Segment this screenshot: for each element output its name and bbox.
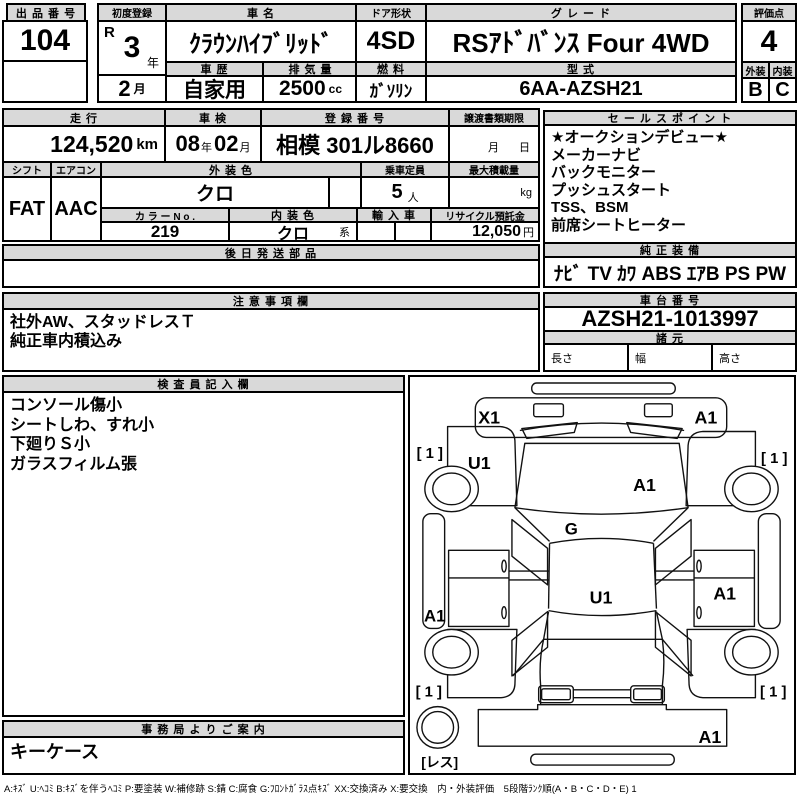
- mileage-cell: 124,520 km: [2, 125, 166, 163]
- auction-sheet: 出 品 番 号 104 初度登録 R 3 年 2 月 車 名 ｸﾗｳﾝﾊｲﾌﾞﾘ…: [0, 0, 800, 800]
- first-reg-month: 2: [118, 75, 131, 101]
- exterior-grade: B: [741, 77, 770, 103]
- sales-point-line: 前席シートヒーター: [551, 216, 687, 234]
- note-line: 純正車内積込み: [10, 333, 123, 350]
- inspection-year: 08: [175, 131, 200, 156]
- displacement-unit: cc: [328, 82, 343, 96]
- exterior-color: クロ: [100, 176, 330, 209]
- max-load-unit: kg: [520, 186, 532, 199]
- interior-color-suffix: 系: [339, 226, 350, 239]
- exterior-color-sub-cell: [328, 176, 362, 209]
- score: 4: [741, 20, 797, 63]
- fuel: ｶﾞｿﾘﾝ: [355, 75, 427, 103]
- recycle-fee: 12,050: [472, 222, 521, 240]
- inspection-year-unit: 年: [201, 142, 212, 154]
- notes: 社外AW、スタッドレスＴ 純正車内積込み: [2, 308, 540, 372]
- interior-grade: C: [768, 77, 797, 103]
- mileage-unit: km: [136, 135, 158, 153]
- svg-text:X1: X1: [478, 408, 500, 428]
- sales-point-line: バックモニター: [551, 164, 657, 181]
- door-shape: 4SD: [355, 20, 427, 63]
- interior-color: クロ: [276, 225, 309, 242]
- displacement: 2500: [278, 77, 326, 100]
- interior-color-cell: クロ 系: [228, 221, 358, 242]
- inspector-line: コンソール傷小: [10, 397, 123, 414]
- lot-empty-cell: [2, 60, 88, 103]
- aircon: AAC: [50, 176, 102, 242]
- mileage: 124,520: [50, 130, 134, 157]
- first-reg-year-cell: R 3 年: [97, 20, 167, 76]
- inspection-month-unit: 月: [239, 142, 251, 154]
- inspector-line: ガラスフィルム張: [10, 455, 138, 473]
- inspection-cell: 08 年 02 月: [164, 125, 262, 163]
- capacity-cell: 5 人: [360, 176, 450, 209]
- svg-text:[ 1 ]: [ 1 ]: [760, 685, 786, 701]
- sales-points: ★オークションデビュー★ メーカーナビ バックモニター プッシュスタート TSS…: [543, 124, 797, 244]
- svg-text:A1: A1: [424, 607, 446, 626]
- svg-text:U1: U1: [468, 453, 491, 473]
- car-name: ｸﾗｳﾝﾊｲﾌﾞﾘｯﾄﾞ: [165, 20, 357, 63]
- inspector-line: シートしわ、すれ小: [10, 416, 155, 434]
- sales-point-line: プッシュスタート: [551, 181, 672, 199]
- transfer-month-unit: 月: [488, 142, 499, 154]
- shift: FAT: [2, 176, 52, 242]
- office-info: キーケース: [2, 736, 405, 775]
- spec-length: 長さ: [543, 343, 629, 372]
- svg-text:[ 1 ]: [ 1 ]: [416, 685, 442, 701]
- svg-text:A1: A1: [713, 584, 736, 604]
- registration-no: 相模 301ル8660: [260, 125, 450, 163]
- svg-text:G: G: [565, 519, 578, 538]
- transfer-docs-cell: 月 日: [448, 125, 540, 163]
- first-reg-month-unit: 月: [133, 82, 146, 96]
- note-line: 社外AW、スタッドレスＴ: [10, 314, 196, 331]
- history: 自家用: [165, 75, 264, 103]
- sales-point-line: メーカーナビ: [551, 146, 642, 164]
- svg-text:[ 1 ]: [ 1 ]: [417, 446, 443, 462]
- max-load-cell: kg: [448, 176, 540, 209]
- recycle-fee-unit: 円: [523, 226, 534, 239]
- displacement-cell: 2500 cc: [262, 75, 359, 103]
- footer-legend: A:ｷｽﾞ U:ﾍｺﾐ B:ｷｽﾞを伴うﾍｺﾐ P:要塗装 W:補修跡 S:錆 …: [4, 784, 637, 795]
- svg-text:U1: U1: [590, 588, 613, 608]
- inspector-notes: コンソール傷小 シートしわ、すれ小 下廻りＳ小 ガラスフィルム張: [2, 391, 405, 717]
- chassis-no: AZSH21-1013997: [543, 306, 797, 332]
- svg-text:A1: A1: [695, 408, 718, 428]
- import-cell-1: [356, 221, 396, 242]
- spec-height: 高さ: [711, 343, 797, 372]
- lot-number: 104: [2, 20, 88, 62]
- svg-text:[レス]: [レス]: [421, 754, 458, 770]
- grade: RSｱﾄﾞﾊﾞﾝｽ Four 4WD: [425, 20, 737, 63]
- transfer-day-unit: 日: [519, 142, 530, 154]
- office-line: キーケース: [10, 742, 100, 762]
- svg-text:A1: A1: [633, 475, 656, 495]
- model-code: 6AA-AZSH21: [425, 75, 737, 103]
- first-reg-month-cell: 2 月: [97, 74, 167, 103]
- first-reg-era: R: [104, 24, 115, 41]
- capacity-unit: 人: [407, 191, 419, 204]
- recycle-fee-cell: 12,050 円: [430, 221, 540, 242]
- inspection-month: 02: [214, 131, 239, 156]
- capacity: 5: [391, 181, 403, 203]
- damage-diagram: X1 A1 [ 1 ] U1 [ 1 ] A1 G U1 A1 A1 [ 1 ] [ 1 ] A1 [レス…: [408, 375, 796, 775]
- first-reg-year: 3: [123, 31, 141, 64]
- car-outline-svg: X1 A1 [ 1 ] U1 [ 1 ] A1 G U1 A1 A1 [ 1 ] [ 1 ] A1 [レス…: [416, 382, 787, 770]
- sales-point-line: TSS、BSM: [551, 199, 629, 216]
- first-reg-year-unit: 年: [146, 56, 159, 70]
- import-cell-2: [394, 221, 432, 242]
- svg-text:A1: A1: [698, 727, 721, 747]
- spec-width: 幅: [627, 343, 713, 372]
- inspector-line: 下廻りＳ小: [10, 436, 91, 453]
- sales-point-line: ★オークションデビュー★: [551, 129, 728, 146]
- color-no: 219: [100, 221, 230, 242]
- later-parts-content: [2, 259, 540, 288]
- factory-equipment: ﾅﾋﾞ TV ｶﾜ ABS ｴｱB PS PW: [543, 256, 797, 288]
- svg-text:[ 1 ]: [ 1 ]: [761, 451, 787, 467]
